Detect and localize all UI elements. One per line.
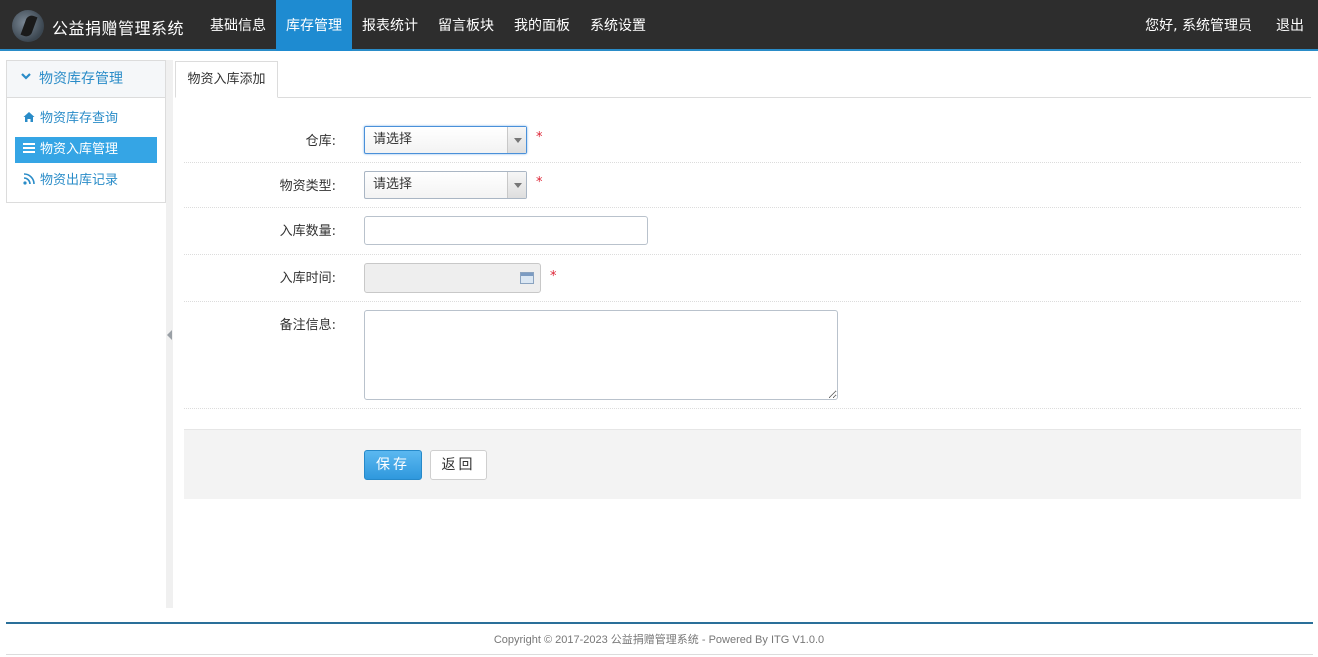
quantity-label: 入库数量:	[279, 224, 336, 239]
warehouse-label: 仓库:	[305, 134, 336, 149]
warehouse-select[interactable]: 请选择	[364, 126, 527, 154]
sidebar-item-stock-out[interactable]: 物资出库记录	[15, 168, 157, 194]
nav-inventory[interactable]: 库存管理	[276, 0, 352, 51]
sidebar-group-header[interactable]: 物资库存管理	[7, 61, 165, 98]
required-mark: *	[550, 269, 557, 284]
user-area: 您好, 系统管理员 退出	[1121, 0, 1304, 51]
form-actions: 保存 返回	[184, 429, 1301, 499]
footer-copyright: Copyright © 2017-2023 公益捐赠管理系统 - Powered…	[493, 634, 825, 646]
material-type-select[interactable]: 请选择	[364, 171, 527, 199]
bottom-border	[6, 654, 1313, 655]
app-logo	[12, 10, 44, 42]
save-button[interactable]: 保存	[364, 450, 422, 480]
quantity-input[interactable]	[364, 216, 648, 245]
form-row-remark: 备注信息:	[184, 302, 1301, 409]
home-icon	[23, 112, 35, 122]
sidebar-group-title: 物资库存管理	[39, 71, 123, 87]
warehouse-select-value: 请选择	[373, 132, 413, 147]
dropdown-arrow-icon[interactable]	[507, 127, 526, 153]
rss-icon	[23, 173, 35, 185]
sidebar-splitter[interactable]	[166, 60, 173, 608]
nav-basic-info[interactable]: 基础信息	[200, 0, 276, 51]
remark-textarea[interactable]	[364, 310, 838, 400]
dropdown-arrow-icon[interactable]	[507, 172, 526, 198]
required-mark: *	[536, 175, 543, 190]
tab-divider	[175, 97, 1311, 98]
main-nav: 基础信息 库存管理 报表统计 留言板块 我的面板 系统设置	[200, 0, 656, 51]
top-navbar: 公益捐赠管理系统 基础信息 库存管理 报表统计 留言板块 我的面板 系统设置 您…	[0, 0, 1318, 51]
material-type-label: 物资类型:	[279, 179, 336, 194]
back-button[interactable]: 返回	[430, 450, 487, 480]
app-title: 公益捐赠管理系统	[52, 19, 185, 38]
chevron-down-icon	[21, 73, 31, 80]
form-row-warehouse: 仓库: 请选择 *	[184, 116, 1301, 163]
form-row-quantity: 入库数量:	[184, 208, 1301, 255]
nav-system-settings[interactable]: 系统设置	[580, 0, 656, 51]
calendar-icon[interactable]	[520, 272, 534, 284]
footer-divider	[6, 622, 1313, 624]
required-mark: *	[536, 130, 543, 145]
tab-stock-in-add[interactable]: 物资入库添加	[175, 61, 278, 98]
sidebar-item-label: 物资库存查询	[40, 111, 119, 126]
nav-messages[interactable]: 留言板块	[428, 0, 504, 51]
nav-reports[interactable]: 报表统计	[352, 0, 428, 51]
remark-label: 备注信息:	[279, 318, 336, 333]
collapse-arrow-icon[interactable]	[167, 330, 172, 340]
sidebar: 物资库存管理 物资库存查询 物资入库管理 物资出库记录	[6, 60, 166, 203]
logout-link[interactable]: 退出	[1276, 0, 1304, 51]
sidebar-item-label: 物资入库管理	[40, 142, 119, 157]
stock-in-time-input[interactable]	[364, 263, 541, 293]
nav-my-panel[interactable]: 我的面板	[504, 0, 580, 51]
material-type-select-value: 请选择	[373, 177, 413, 192]
form-row-material-type: 物资类型: 请选择 *	[184, 163, 1301, 208]
form-row-stock-in-time: 入库时间: *	[184, 255, 1301, 302]
sidebar-item-label: 物资出库记录	[40, 173, 119, 188]
stock-in-time-label: 入库时间:	[279, 271, 336, 286]
sidebar-item-stock-in[interactable]: 物资入库管理	[15, 137, 157, 163]
user-greeting: 您好, 系统管理员	[1145, 18, 1252, 34]
sidebar-item-inventory-query[interactable]: 物资库存查询	[15, 106, 157, 132]
list-icon	[23, 143, 35, 153]
